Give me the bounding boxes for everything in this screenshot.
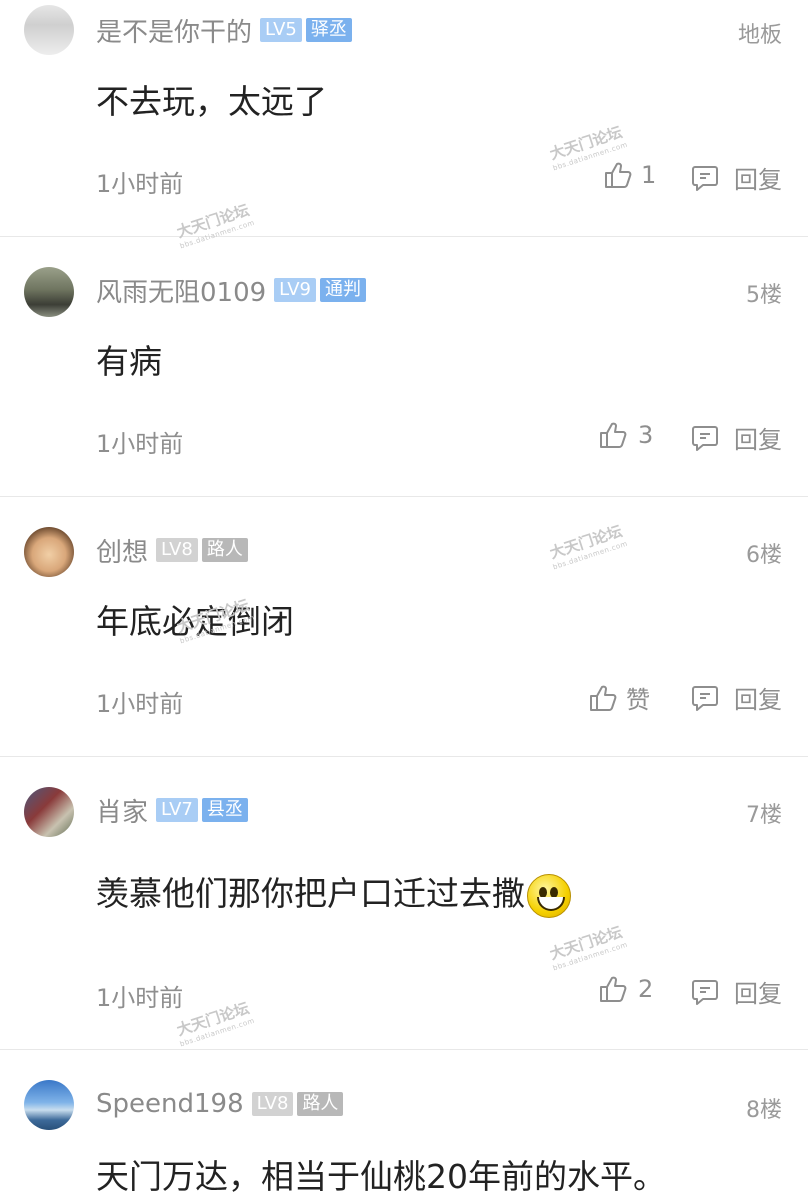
floor-label: 8楼 <box>746 1098 782 1123</box>
comment-item: 风雨无阻0109 LV9 通判 5楼 有病 1小时前 3 回复 <box>0 237 808 497</box>
comment-icon <box>690 683 720 713</box>
like-button[interactable]: 3 <box>598 420 653 450</box>
comment-content: 天门万达，相当于仙桃20年前的水平。 <box>96 1157 666 1196</box>
reply-label: 回复 <box>734 426 782 454</box>
comment-content: 有病 <box>96 342 162 381</box>
reply-button[interactable]: 回复 <box>690 420 782 455</box>
floor-label: 6楼 <box>746 543 782 568</box>
comment-icon <box>690 977 720 1007</box>
grinning-face-icon <box>527 873 571 918</box>
comment-content: 不去玩，太远了 <box>96 82 327 121</box>
avatar[interactable] <box>24 267 74 317</box>
level-badge: LV8 <box>156 538 198 562</box>
username[interactable]: 风雨无阻0109 <box>96 272 266 309</box>
like-count: 3 <box>638 421 654 449</box>
title-badge: 驿丞 <box>305 18 352 42</box>
avatar[interactable] <box>24 787 74 837</box>
comment-content: 羡慕他们那你把户口迁过去撒 <box>96 867 571 918</box>
like-count: 1 <box>641 161 657 189</box>
avatar[interactable] <box>24 1080 74 1130</box>
username[interactable]: Speend198 <box>96 1089 244 1119</box>
thumbs-up-icon <box>603 160 633 190</box>
level-badge: LV7 <box>156 798 198 822</box>
timestamp: 1小时前 <box>96 690 184 718</box>
title-badge: 路人 <box>297 1092 344 1116</box>
floor-label: 5楼 <box>746 283 782 308</box>
timestamp: 1小时前 <box>96 430 184 458</box>
avatar[interactable] <box>24 527 74 577</box>
comment-text: 羡慕他们那你把户口迁过去撒 <box>96 874 525 913</box>
thumbs-up-icon <box>598 420 628 450</box>
comment-icon <box>690 163 720 193</box>
reply-button[interactable]: 回复 <box>690 160 782 195</box>
reply-label: 回复 <box>734 166 782 194</box>
thumbs-up-icon <box>588 683 618 713</box>
username[interactable]: 创想 <box>96 532 148 569</box>
floor-label: 7楼 <box>746 803 782 828</box>
title-badge: 路人 <box>201 538 248 562</box>
title-badge: 县丞 <box>201 798 248 822</box>
like-count: 赞 <box>626 686 650 714</box>
comment-content: 年底必定倒闭 <box>96 602 294 641</box>
floor-label: 地板 <box>737 23 782 48</box>
username[interactable]: 是不是你干的 <box>96 12 252 49</box>
comment-item: 创想 LV8 路人 6楼 年底必定倒闭 1小时前 赞 回复 <box>0 497 808 757</box>
avatar[interactable] <box>24 5 74 55</box>
username[interactable]: 肖家 <box>96 792 148 829</box>
level-badge: LV8 <box>251 1092 294 1116</box>
timestamp: 1小时前 <box>96 170 184 198</box>
comment-item: Speend198 LV8 路人 8楼 天门万达，相当于仙桃20年前的水平。 <box>0 1050 808 1200</box>
like-count: 2 <box>638 975 654 1003</box>
thumbs-up-icon <box>598 974 628 1004</box>
comment-item: 肖家 LV7 县丞 7楼 羡慕他们那你把户口迁过去撒 1小时前 2 回复 <box>0 757 808 1050</box>
like-button[interactable]: 1 <box>603 160 656 190</box>
title-badge: 通判 <box>320 278 366 302</box>
comment-item: 是不是你干的 LV5 驿丞 地板 不去玩，太远了 1小时前 1 回复 <box>0 0 808 237</box>
reply-label: 回复 <box>734 686 782 714</box>
reply-button[interactable]: 回复 <box>690 974 782 1009</box>
reply-button[interactable]: 回复 <box>690 680 782 715</box>
like-button[interactable]: 2 <box>598 974 653 1004</box>
reply-label: 回复 <box>734 980 782 1008</box>
level-badge: LV5 <box>260 18 302 42</box>
level-badge: LV9 <box>274 278 316 302</box>
comment-icon <box>690 423 720 453</box>
timestamp: 1小时前 <box>96 984 184 1012</box>
like-button[interactable]: 赞 <box>588 680 650 715</box>
